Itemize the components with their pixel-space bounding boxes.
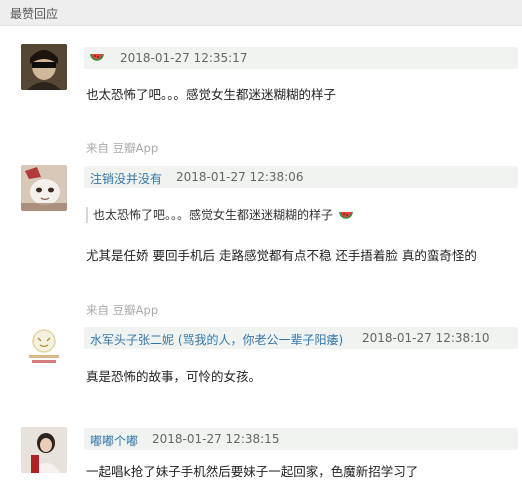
comment-meta-bar: 嘟嘟个嘟 2018-01-27 12:38:15 [84,428,518,450]
comment-meta-bar: 水军头子张二妮 (骂我的人，你老公一辈子阳痿) 2018-01-27 12:38… [84,327,518,349]
avatar[interactable] [21,44,67,90]
watermelon-icon [339,211,353,219]
avatar-image [21,323,67,369]
comments-page: 最赞回应 2018-01-27 12:35:17 也太恐怖了吧。。。感觉女生都迷… [0,0,522,488]
avatar-image [21,427,67,473]
avatar[interactable] [21,323,67,369]
avatar-image [21,44,67,90]
comment-meta-bar: 注销没并没有 2018-01-27 12:38:06 [84,166,518,188]
comment-time: 2018-01-27 12:38:10 [362,331,490,345]
quoted-text: 也太恐怖了吧。。。感觉女生都迷迷糊糊的样子 [93,208,334,222]
comment-source: 来自 豆瓣App [86,303,159,317]
comment-meta-bar: 2018-01-27 12:35:17 [84,47,518,69]
avatar[interactable] [21,427,67,473]
watermelon-icon [90,53,104,61]
comment-time: 2018-01-27 12:38:15 [152,432,280,446]
comment-author[interactable]: 嘟嘟个嘟 [90,432,138,449]
section-header: 最赞回应 [0,0,522,26]
comment-author[interactable]: 水军头子张二妮 (骂我的人，你老公一辈子阳痿) [90,331,343,348]
avatar[interactable] [21,165,67,211]
comment-time: 2018-01-27 12:35:17 [120,51,248,65]
comment-author[interactable]: 注销没并没有 [90,170,162,187]
section-title: 最赞回应 [10,7,59,21]
comment-text: 尤其是任娇 要回手机后 走路感觉都有点不稳 还手捂着脸 真的蛮奇怪的 [86,248,477,263]
comment-text: 一起唱k抢了妹子手机然后要妹子一起回家，色魔新招学习了 [86,464,419,479]
comment-source: 来自 豆瓣App [86,141,159,155]
comment-text: 也太恐怖了吧。。。感觉女生都迷迷糊糊的样子 [86,87,337,102]
quoted-comment: 也太恐怖了吧。。。感觉女生都迷迷糊糊的样子 [86,207,353,223]
comment-text: 真是恐怖的故事，可怜的女孩。 [86,369,262,384]
comment-time: 2018-01-27 12:38:06 [176,170,304,184]
avatar-image [21,165,67,211]
